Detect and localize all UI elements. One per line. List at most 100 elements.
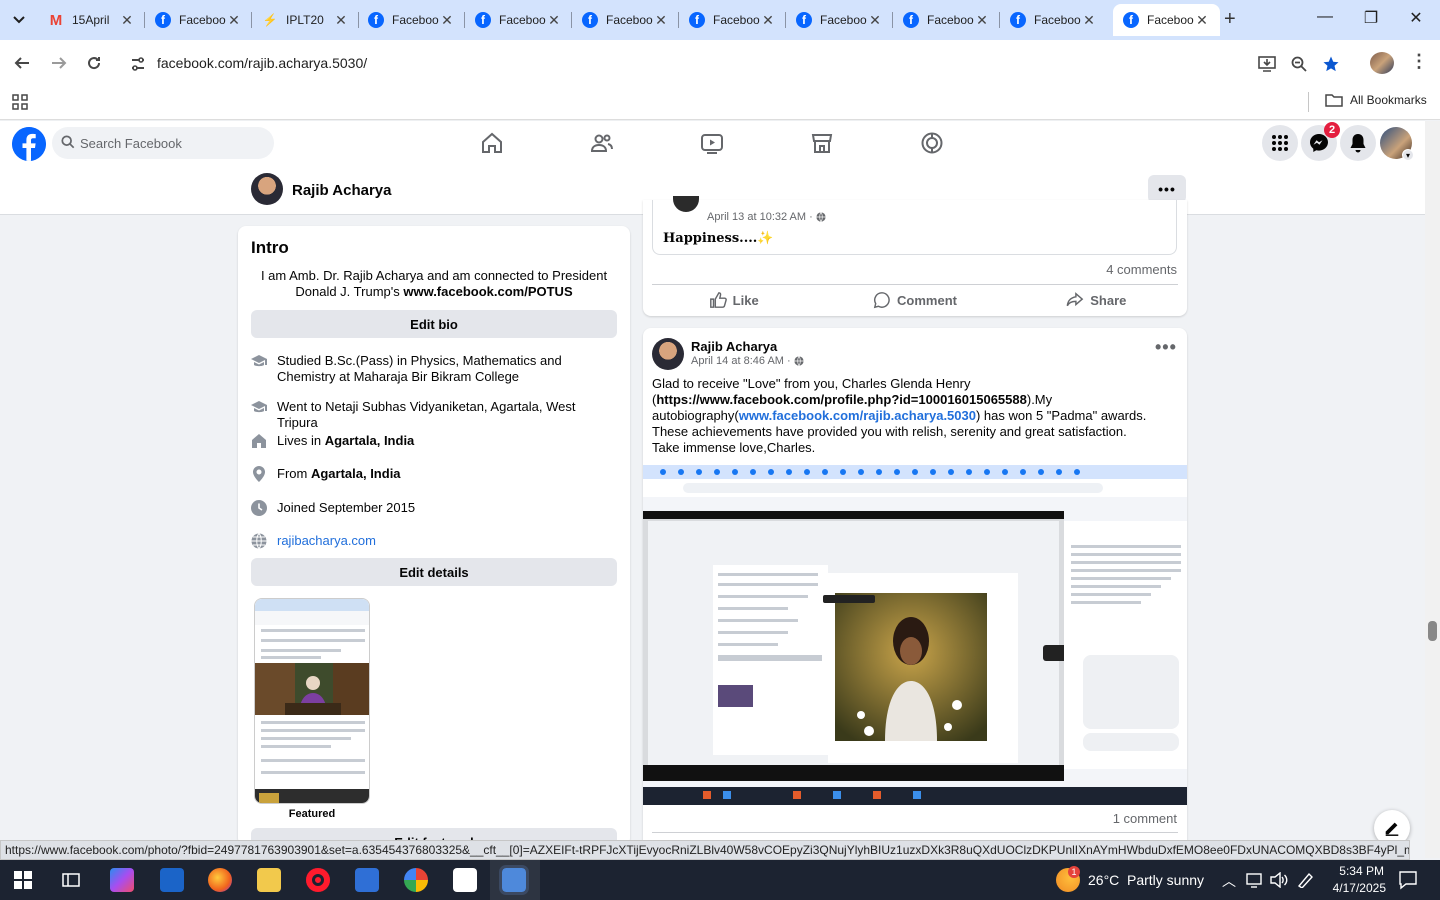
profile-avatar[interactable] (251, 173, 283, 205)
clock-time[interactable]: 5:34 PM (1334, 864, 1384, 878)
opera-icon[interactable] (306, 868, 330, 892)
video-nav-icon[interactable] (700, 131, 724, 155)
profile-more-button[interactable]: ••• (1148, 175, 1186, 203)
like-button[interactable]: Like (643, 288, 824, 312)
shared-time[interactable]: April 13 at 10:32 AM · (707, 211, 813, 223)
browser-tab[interactable]: M 15April ✕ (38, 4, 145, 36)
browser-tab[interactable]: f Facebook✕ (1113, 4, 1220, 36)
browser-tab[interactable]: f Facebook✕ (786, 4, 893, 36)
autobiography-link[interactable]: www.facebook.com/rajib.acharya.5030 (739, 408, 976, 423)
comment-count[interactable]: 1 comment (1113, 811, 1177, 826)
profile-name[interactable]: Rajib Acharya (292, 182, 392, 199)
install-app-icon[interactable] (1257, 54, 1277, 74)
profile-url-link[interactable]: https://www.facebook.com/profile.php?id=… (656, 392, 1027, 407)
bio-link[interactable]: www.facebook.com/POTUS (403, 284, 572, 299)
shared-post-preview[interactable]: April 13 at 10:32 AM · Happiness....✨ (652, 196, 1177, 255)
browser-tab[interactable]: f Facebook✕ (358, 4, 465, 36)
tab-close-icon[interactable]: ✕ (867, 12, 883, 29)
edit-details-button[interactable]: Edit details (251, 558, 617, 586)
shared-author-avatar[interactable] (673, 196, 699, 212)
restore-button[interactable]: ❐ (1356, 8, 1386, 28)
comment-button[interactable]: Comment (824, 288, 1005, 312)
file-explorer-icon[interactable] (257, 868, 281, 892)
gaming-nav-icon[interactable] (920, 131, 944, 155)
share-button[interactable]: Share (1006, 288, 1187, 312)
notepad-icon[interactable] (453, 868, 477, 892)
apps-grid-icon[interactable] (12, 94, 28, 113)
bookmark-divider (1308, 92, 1309, 112)
tab-close-icon[interactable]: ✕ (1081, 12, 1097, 29)
firefox-icon[interactable] (208, 868, 232, 892)
app-icon-blue[interactable] (160, 868, 184, 892)
tab-close-icon[interactable]: ✕ (226, 12, 242, 29)
thumbs-up-icon (709, 292, 727, 308)
tab-close-icon[interactable]: ✕ (974, 12, 990, 29)
detail-value[interactable]: Agartala, India (325, 433, 415, 448)
browser-menu-icon[interactable]: ⋮ (1410, 52, 1428, 70)
scrollbar-thumb[interactable] (1428, 621, 1437, 641)
back-button[interactable] (10, 51, 34, 75)
notification-center-icon[interactable] (1398, 870, 1418, 893)
globe-icon (251, 533, 267, 549)
clock-date[interactable]: 4/17/2025 (1326, 881, 1386, 895)
weather-desc[interactable]: Partly sunny (1127, 872, 1204, 888)
browser-tab[interactable]: f Facebook✕ (465, 4, 572, 36)
browser-tab[interactable]: f Facebook✕ (679, 4, 786, 36)
comment-count[interactable]: 4 comments (1106, 262, 1177, 277)
zoom-icon[interactable] (1289, 54, 1309, 74)
forward-button[interactable] (47, 51, 71, 75)
copilot-icon[interactable] (110, 868, 134, 892)
browser-tab[interactable]: f Facebook✕ (145, 4, 252, 36)
notifications-button[interactable] (1340, 125, 1376, 161)
pen-icon[interactable] (1297, 872, 1315, 891)
all-bookmarks-button[interactable]: All Bookmarks (1325, 93, 1427, 107)
volume-icon[interactable] (1270, 871, 1288, 891)
post-author-avatar[interactable] (652, 338, 684, 370)
edit-bio-button[interactable]: Edit bio (251, 310, 617, 338)
post-options-icon[interactable]: ••• (1155, 338, 1177, 356)
tab-close-icon[interactable]: ✕ (760, 12, 776, 29)
browser-tab[interactable]: f Facebook✕ (572, 4, 679, 36)
detail-value[interactable]: Agartala, India (311, 466, 401, 481)
post-screenshot-image[interactable] (643, 465, 1187, 805)
bookmark-star-icon[interactable] (1321, 54, 1341, 74)
windows-start-icon[interactable] (14, 871, 32, 892)
featured-story-thumbnail[interactable] (254, 598, 370, 804)
tab-close-icon[interactable]: ✕ (1194, 12, 1210, 29)
sparkle-icon: ✨ (757, 231, 774, 246)
browser-tab[interactable]: ⚡ IPLT20 ✕ (252, 4, 359, 36)
tab-close-icon[interactable]: ✕ (119, 12, 135, 29)
task-view-icon[interactable] (62, 871, 80, 892)
microsoft-store-icon[interactable] (355, 868, 379, 892)
profile-avatar-icon[interactable] (1370, 52, 1394, 74)
facebook-logo-icon[interactable] (12, 127, 46, 161)
browser-tab[interactable]: f Facebook✕ (1000, 4, 1107, 36)
browser-tab[interactable]: f Facebook✕ (893, 4, 1000, 36)
facebook-search-input[interactable]: Search Facebook (52, 127, 274, 159)
address-bar[interactable]: facebook.com/rajib.acharya.5030/ (120, 46, 1350, 80)
chrome-icon[interactable] (404, 868, 428, 892)
tab-close-icon[interactable]: ✕ (546, 12, 562, 29)
tab-search-dropdown-icon[interactable] (6, 7, 32, 33)
marketplace-nav-icon[interactable] (810, 131, 834, 155)
reload-button[interactable] (82, 51, 106, 75)
close-window-button[interactable]: ✕ (1401, 8, 1431, 28)
post-author-name[interactable]: Rajib Acharya (691, 339, 777, 354)
tray-chevron-icon[interactable]: ︿ (1222, 871, 1236, 891)
weather-temp[interactable]: 26°C (1088, 872, 1119, 888)
site-info-icon[interactable] (128, 54, 148, 74)
tab-close-icon[interactable]: ✕ (653, 12, 669, 29)
page-scrollbar[interactable] (1425, 121, 1440, 858)
menu-grid-button[interactable] (1262, 125, 1298, 161)
home-nav-icon[interactable] (480, 131, 504, 155)
tab-close-icon[interactable]: ✕ (439, 12, 455, 29)
post-time[interactable]: April 14 at 8:46 AM · (691, 355, 791, 367)
tab-title: IPLT20 (286, 13, 324, 27)
new-tab-button[interactable]: + (1224, 8, 1236, 31)
friends-nav-icon[interactable] (590, 131, 614, 155)
network-icon[interactable] (1246, 872, 1264, 891)
tab-close-icon[interactable]: ✕ (333, 12, 349, 29)
website-link[interactable]: rajibacharya.com (277, 533, 376, 549)
minimize-button[interactable]: — (1310, 8, 1340, 26)
account-chevron-icon[interactable]: ▾ (1402, 149, 1414, 161)
